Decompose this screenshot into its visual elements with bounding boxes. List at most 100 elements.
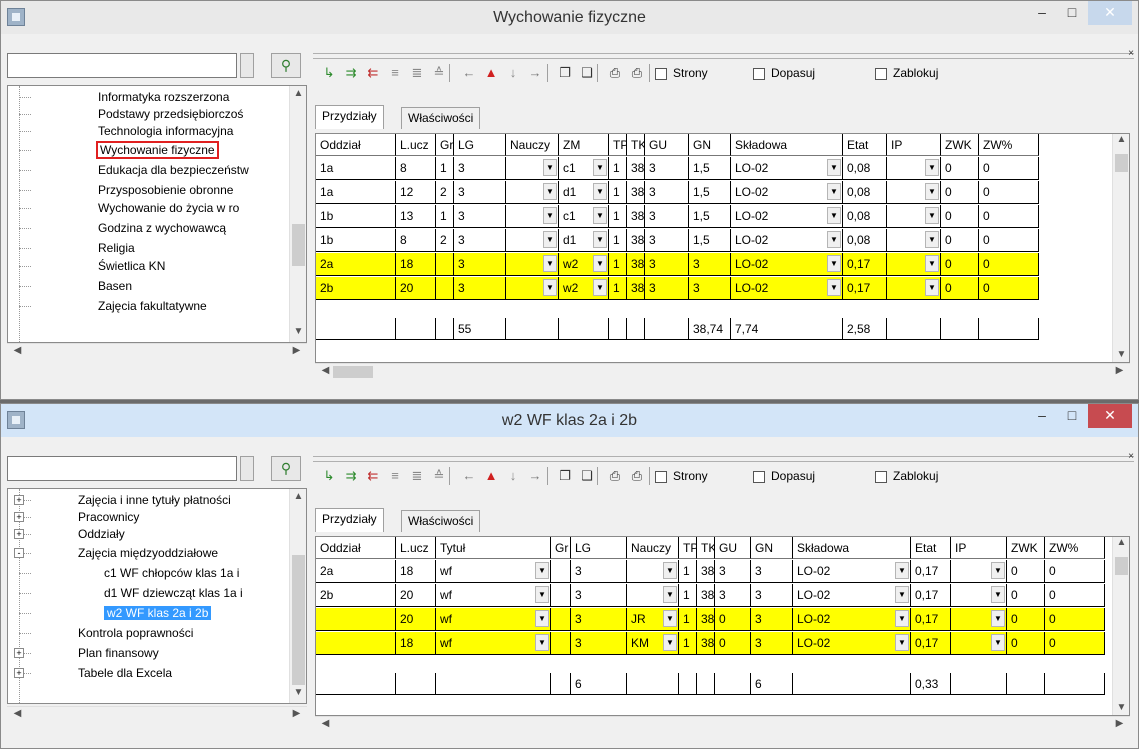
grid-scrollbar[interactable]: ▲ ▼ xyxy=(1112,537,1129,715)
grid-cell[interactable]: 0,17 xyxy=(911,560,951,583)
dropdown-arrow-icon[interactable]: ▼ xyxy=(543,231,557,248)
grid-cell[interactable] xyxy=(1007,673,1045,695)
grid-cell[interactable]: ▼ xyxy=(506,277,559,300)
grid-cell[interactable]: 0 xyxy=(941,157,979,180)
tree-item[interactable]: Basen xyxy=(98,276,132,296)
grid-cell[interactable]: 1 xyxy=(679,632,697,655)
grid-cell[interactable]: 0 xyxy=(1045,608,1105,631)
grid-cell[interactable] xyxy=(396,318,436,340)
grid-cell[interactable]: 2,58 xyxy=(843,318,887,340)
tree-item[interactable]: Przysposobienie obronne xyxy=(98,180,233,200)
grid-cell[interactable]: 1,5 xyxy=(689,181,731,204)
dropdown-arrow-icon[interactable]: ▼ xyxy=(925,279,939,296)
checkbox-dopasuj[interactable]: Dopasuj xyxy=(753,469,815,485)
grid-cell[interactable] xyxy=(627,318,645,340)
grid-cell[interactable]: ▼ xyxy=(506,181,559,204)
title-bar[interactable]: Wychowanie fizyczne – □ ✕ xyxy=(1,1,1138,34)
checkbox-box[interactable] xyxy=(655,470,667,483)
grid-cell[interactable] xyxy=(551,584,571,607)
grid-cell[interactable] xyxy=(396,673,436,695)
grid-cell[interactable]: ▼ xyxy=(951,632,1007,655)
grid-cell[interactable]: 3 xyxy=(715,584,751,607)
tree-view[interactable]: ▲ ▼ + Zajęcia i inne tytuły płatności + Pra… xyxy=(7,488,307,704)
grid-cell[interactable]: LO-02 ▼ xyxy=(793,632,911,655)
grid-cell[interactable]: 0 xyxy=(979,157,1039,180)
grid-cell[interactable] xyxy=(316,318,396,340)
sort-icon[interactable]: ≙ xyxy=(429,62,449,84)
tab-przydzialy[interactable]: Przydziały xyxy=(315,508,384,532)
arrow-right-icon[interactable]: → xyxy=(525,62,545,84)
grid-cell[interactable]: 3 xyxy=(715,560,751,583)
grid-cell[interactable]: LO-02 ▼ xyxy=(793,584,911,607)
grid-cell[interactable]: 3 xyxy=(751,632,793,655)
grid-cell[interactable]: 3 xyxy=(645,181,689,204)
grid-cell[interactable]: 3 xyxy=(454,229,506,252)
checkbox-dopasuj[interactable]: Dopasuj xyxy=(753,66,815,82)
grid-cell[interactable]: 1 xyxy=(609,157,627,180)
dropdown-arrow-icon[interactable]: ▼ xyxy=(895,634,909,651)
dropdown-arrow-icon[interactable]: ▼ xyxy=(827,255,841,272)
grid-cell[interactable]: ▼ xyxy=(951,584,1007,607)
grid-cell[interactable]: 3 xyxy=(751,584,793,607)
grid-cell[interactable]: 0 xyxy=(979,253,1039,276)
grid-cell[interactable]: d1 ▼ xyxy=(559,181,609,204)
tree-item[interactable]: Wychowanie fizyczne xyxy=(96,140,219,160)
grid-cell[interactable]: 3 xyxy=(571,632,627,655)
grid-cell[interactable] xyxy=(941,318,979,340)
grid-cell[interactable] xyxy=(316,673,396,695)
grid-horizontal-scrollbar[interactable]: ◀ ▶ xyxy=(315,363,1130,380)
merge-icon[interactable]: ≡ xyxy=(385,465,405,487)
dropdown-arrow-icon[interactable]: ▼ xyxy=(663,586,677,603)
grid-cell[interactable]: 0 xyxy=(1007,608,1045,631)
insert-row-icon[interactable]: ↳ xyxy=(319,465,339,487)
scroll-thumb[interactable] xyxy=(292,555,305,685)
grid-cell[interactable]: LO-02 ▼ xyxy=(731,253,843,276)
dropdown-arrow-icon[interactable]: ▼ xyxy=(543,159,557,176)
scroll-thumb[interactable] xyxy=(1115,557,1128,575)
dropdown-arrow-icon[interactable]: ▼ xyxy=(543,183,557,200)
search-option-button[interactable] xyxy=(240,456,254,481)
dropdown-arrow-icon[interactable]: ▼ xyxy=(827,279,841,296)
grid-cell[interactable]: 1a xyxy=(316,181,396,204)
grid-cell[interactable]: 3 xyxy=(454,277,506,300)
tree-item[interactable]: Plan finansowy xyxy=(78,643,159,663)
tree-item[interactable]: Godzina z wychowawcą xyxy=(98,218,226,238)
checkbox-zablokuj[interactable]: Zablokuj xyxy=(875,469,938,485)
grid-cell[interactable]: 0 xyxy=(1007,632,1045,655)
dropdown-arrow-icon[interactable]: ▼ xyxy=(827,231,841,248)
grid-cell[interactable] xyxy=(793,673,911,695)
grid-cell[interactable]: KM ▼ xyxy=(627,632,679,655)
grid-cell[interactable]: ▼ xyxy=(887,253,941,276)
grid-cell[interactable]: LO-02 ▼ xyxy=(731,277,843,300)
copy-icon[interactable]: ❐ xyxy=(555,465,575,487)
grid-cell[interactable]: 0,17 xyxy=(911,584,951,607)
grid-cell[interactable]: 12 xyxy=(396,181,436,204)
dropdown-arrow-icon[interactable]: ▼ xyxy=(535,634,549,651)
grid-cell[interactable]: 3 xyxy=(454,181,506,204)
print-icon[interactable]: ⎙ xyxy=(627,62,647,84)
expander-icon[interactable]: - xyxy=(14,548,24,558)
arrow-down-icon[interactable]: ↓ xyxy=(503,465,523,487)
tree-scrollbar[interactable]: ▲ ▼ xyxy=(289,489,306,703)
tree-item[interactable]: Zajęcia fakultatywne xyxy=(98,296,207,316)
grid-cell[interactable]: 1b xyxy=(316,205,396,228)
tree-item[interactable]: Religia xyxy=(98,238,135,258)
grid-cell[interactable]: 2 xyxy=(436,229,454,252)
tree-horizontal-scrollbar[interactable]: ◀ ▶ xyxy=(7,343,307,360)
dropdown-arrow-icon[interactable]: ▼ xyxy=(535,562,549,579)
grid-cell[interactable]: 38,74 xyxy=(689,318,731,340)
grid-cell[interactable]: 1,5 xyxy=(689,229,731,252)
dropdown-arrow-icon[interactable]: ▼ xyxy=(593,183,607,200)
tree-item[interactable]: Edukacja dla bezpieczeństw xyxy=(98,160,249,180)
grid-cell[interactable]: ▼ xyxy=(951,608,1007,631)
grid-cell[interactable]: 3 xyxy=(689,253,731,276)
allocations-grid[interactable]: Oddział L.ucz Gr LG Nauczy ZM TP TK GU GN Składowa… xyxy=(315,133,1130,363)
grid-cell[interactable]: 1b xyxy=(316,229,396,252)
grid-cell[interactable] xyxy=(679,673,697,695)
grid-horizontal-scrollbar[interactable]: ◀ ▶ xyxy=(315,716,1130,733)
expander-icon[interactable]: + xyxy=(14,668,24,678)
grid-cell[interactable]: 0,17 xyxy=(843,277,887,300)
dropdown-arrow-icon[interactable]: ▼ xyxy=(663,610,677,627)
grid-cell[interactable]: ▼ xyxy=(887,229,941,252)
grid-cell[interactable] xyxy=(715,673,751,695)
